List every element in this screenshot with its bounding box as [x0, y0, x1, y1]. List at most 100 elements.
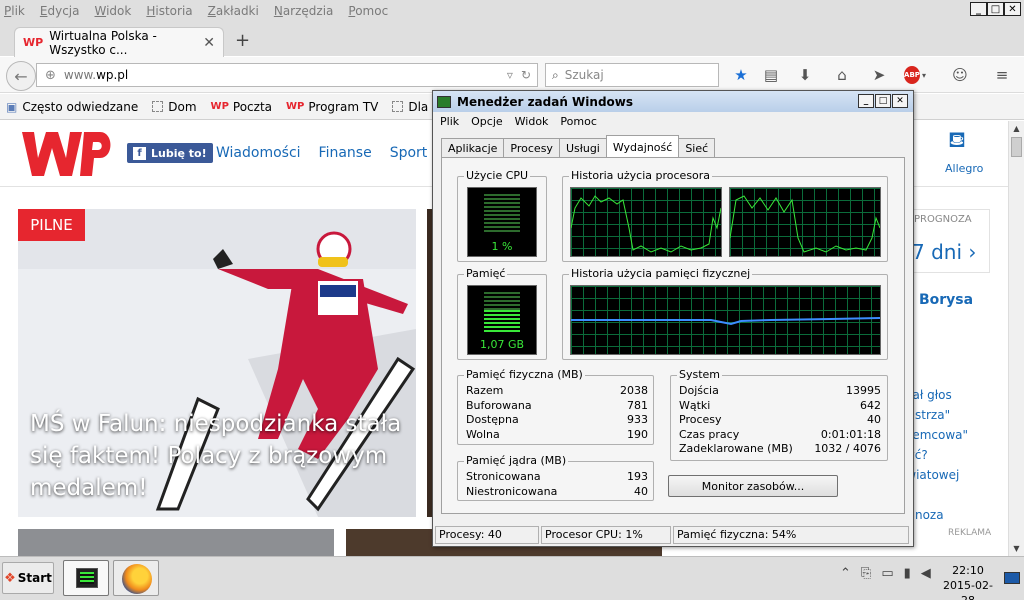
basket-icon[interactable]: ⛾	[948, 128, 966, 156]
tm-menu-widok[interactable]: Widok	[515, 115, 549, 128]
kernel-memory-stats: Stronicowana 193 Niestronicowana 40	[466, 470, 648, 498]
tm-menu-pomoc[interactable]: Pomoc	[560, 115, 596, 128]
thumbnail-image[interactable]	[18, 529, 334, 556]
tray-expand-icon[interactable]: ⌃	[840, 566, 851, 581]
task-manager-titlebar[interactable]: Menedżer zadań Windows	[433, 91, 913, 112]
kernel-memory-label: Pamięć jądra (MB)	[464, 454, 569, 467]
taskbar-firefox[interactable]	[113, 560, 159, 596]
tab-wp[interactable]: WP Wirtualna Polska - Wszystko c... ✕	[14, 27, 224, 57]
abp-button[interactable]: ABP ▾	[904, 64, 926, 86]
task-manager-window: Menedżer zadań Windows _ □ ✕ Plik Opcje …	[432, 90, 914, 547]
firefox-icon	[122, 564, 152, 594]
menu-edycja[interactable]: Edycja	[40, 4, 80, 18]
facebook-like-button[interactable]: f Lubię to!	[127, 143, 213, 163]
page-scrollbar[interactable]: ▲ ▼	[1008, 121, 1024, 556]
wp-nav: Wiadomości Finanse Sport	[216, 145, 427, 161]
menu-zakladki[interactable]: Zakładki	[208, 4, 259, 18]
menu-plik[interactable]: Plik	[4, 4, 25, 18]
reload-icon[interactable]: ↻	[521, 68, 531, 82]
nav-wiadomosci[interactable]: Wiadomości	[216, 145, 301, 161]
memory-meter: 1,07 GB	[467, 285, 537, 355]
restore-button[interactable]: □	[987, 2, 1004, 16]
bookmark-icon: ▣	[6, 99, 18, 114]
allegro-link[interactable]: Allegro	[945, 162, 983, 175]
hero-headline[interactable]: MŚ w Falun: niespodzianka stała się fakt…	[30, 408, 410, 504]
scroll-thumb[interactable]	[1011, 137, 1022, 157]
url-bar[interactable]: ⊕ www.wp.pl ▿ ↻	[36, 63, 538, 87]
bookmark-dom[interactable]: Dom	[152, 100, 197, 114]
scroll-down-icon[interactable]: ▼	[1009, 541, 1024, 556]
memory-value: 1,07 GB	[479, 338, 525, 351]
tm-close-button[interactable]: ✕	[892, 94, 908, 108]
nav-finanse[interactable]: Finanse	[319, 145, 372, 161]
bookmark-poczta[interactable]: WP Poczta	[211, 100, 272, 114]
memory-history-graph	[570, 285, 881, 355]
wp-favicon-icon: WP	[210, 101, 229, 112]
clock-time: 22:10	[952, 564, 984, 577]
facebook-icon: f	[133, 146, 146, 160]
tm-menu-opcje[interactable]: Opcje	[471, 115, 503, 128]
start-button[interactable]: ❖ Start	[2, 562, 54, 594]
resource-monitor-button[interactable]: Monitor zasobów...	[668, 475, 838, 497]
system-group: System Dojścia 13995 Wątki 642 Procesy 40 C…	[670, 368, 888, 461]
windows-logo-icon: ❖	[4, 570, 16, 586]
search-input[interactable]: ⌕ Szukaj	[545, 63, 719, 87]
volume-icon[interactable]: ◀	[921, 566, 931, 581]
memory-label: Pamięć	[464, 267, 508, 280]
home-icon[interactable]: ⌂	[831, 64, 853, 86]
clock[interactable]: 22:10 2015-02-28	[938, 563, 998, 600]
wp-logo[interactable]	[18, 126, 114, 182]
dropdown-icon[interactable]: ▿	[507, 68, 513, 82]
clock-date: 2015-02-28	[943, 579, 993, 600]
task-manager-icon	[437, 95, 451, 108]
tab-aplikacje[interactable]: Aplikacje	[441, 138, 505, 157]
kernel-memory-group: Pamięć jądra (MB) Stronicowana 193 Niestr…	[457, 454, 654, 501]
page-icon	[152, 101, 164, 112]
tab-title: Wirtualna Polska - Wszystko c...	[49, 28, 157, 57]
menu-historia[interactable]: Historia	[146, 4, 192, 18]
tab-siec[interactable]: Sieć	[678, 138, 716, 157]
back-button[interactable]: ←	[6, 61, 36, 91]
menu-pomoc[interactable]: Pomoc	[348, 4, 388, 18]
memory-group: Pamięć 1,07 GB	[457, 267, 547, 360]
menu-icon[interactable]: ≡	[991, 64, 1013, 86]
cpu-history-graph-1	[570, 187, 722, 257]
system-label: System	[677, 368, 723, 381]
star-icon[interactable]: ★	[730, 64, 752, 86]
bookmark-program-tv[interactable]: WP Program TV	[286, 100, 378, 114]
search-icon: ⌕	[552, 67, 559, 82]
system-tray: ⌃ ⎘ ▭ ▮ ◀	[840, 566, 931, 581]
tab-wydajnosc[interactable]: Wydajność	[605, 135, 680, 157]
weather-link[interactable]: 7 dni ›	[912, 240, 976, 264]
status-cpu: Procesor CPU: 1%	[541, 526, 671, 544]
tab-procesy[interactable]: Procesy	[503, 138, 560, 157]
tm-menu: Plik Opcje Widok Pomoc	[440, 115, 597, 128]
task-manager-title: Menedżer zadań Windows	[457, 94, 634, 109]
status-processes: Procesy: 40	[435, 526, 539, 544]
cpu-history-group: Historia użycia procesora	[562, 169, 888, 262]
network-icon[interactable]: ▮	[904, 566, 911, 581]
list-icon[interactable]: ▤	[760, 64, 782, 86]
chat-icon[interactable]: ☺	[949, 64, 971, 86]
show-desktop-icon[interactable]	[1004, 572, 1020, 584]
taskbar-task-manager[interactable]	[63, 560, 109, 596]
menu-widok[interactable]: Widok	[94, 4, 131, 18]
tab-close-icon[interactable]: ✕	[203, 35, 215, 51]
send-icon[interactable]: ➤	[868, 64, 890, 86]
display-icon[interactable]: ▭	[881, 566, 893, 581]
globe-icon: ⊕	[45, 67, 56, 83]
wp-favicon-icon: WP	[286, 101, 305, 112]
tm-maximize-button[interactable]: □	[875, 94, 891, 108]
new-tab-button[interactable]: +	[235, 30, 250, 51]
bookmark-visited[interactable]: ▣ Często odwiedzane	[6, 100, 138, 114]
close-window-button[interactable]: ✕	[1004, 2, 1021, 16]
tm-menu-plik[interactable]: Plik	[440, 115, 459, 128]
tab-uslugi[interactable]: Usługi	[558, 138, 607, 157]
nav-sport[interactable]: Sport	[390, 145, 428, 161]
tm-minimize-button[interactable]: _	[858, 94, 874, 108]
menu-narzedzia[interactable]: Narzędzia	[274, 4, 334, 18]
download-icon[interactable]: ⬇	[794, 64, 816, 86]
minimize-button[interactable]: _	[970, 2, 987, 16]
usb-icon[interactable]: ⎘	[861, 566, 871, 581]
scroll-up-icon[interactable]: ▲	[1009, 121, 1024, 136]
